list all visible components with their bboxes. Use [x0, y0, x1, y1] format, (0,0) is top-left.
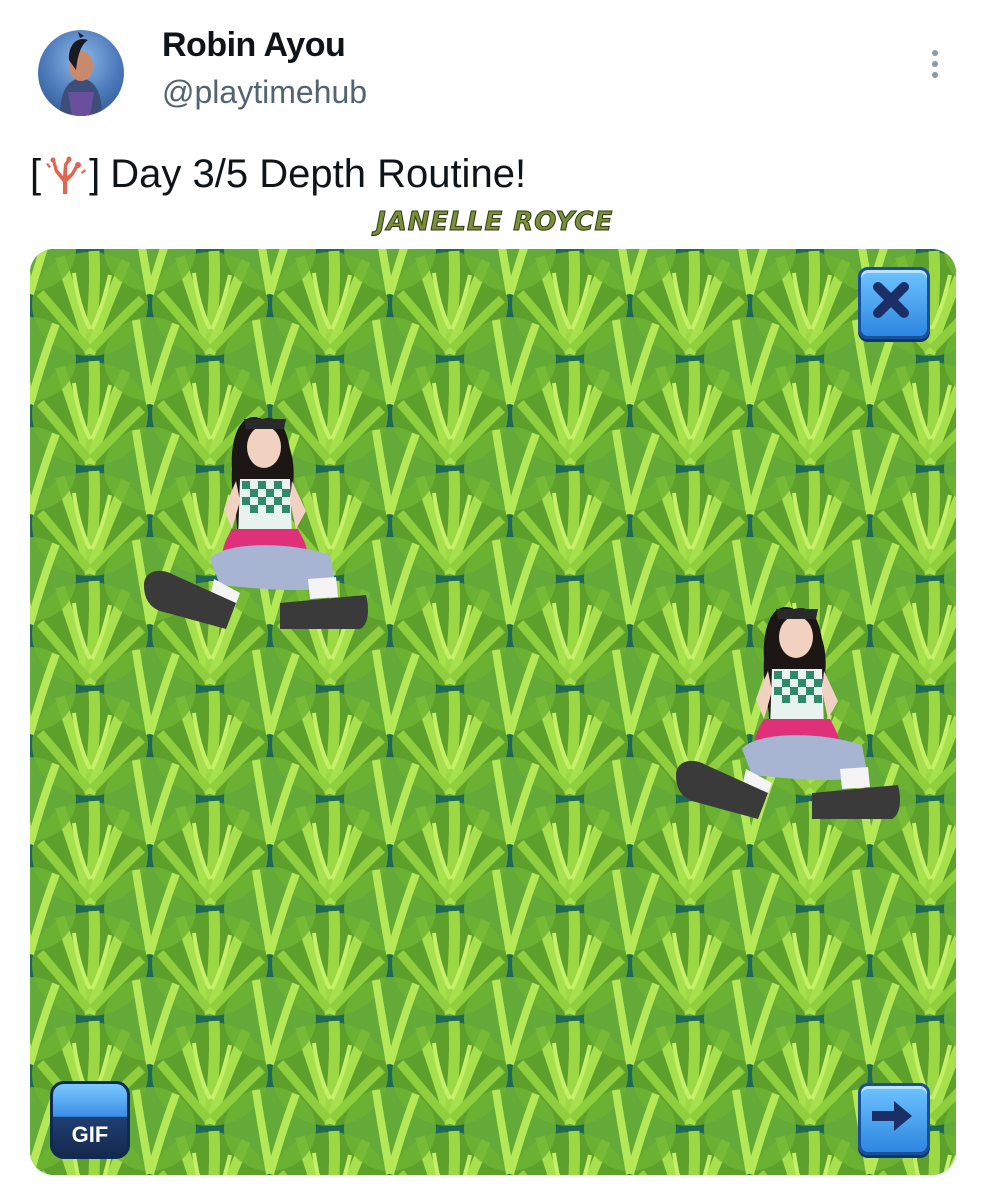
avatar[interactable]	[38, 30, 124, 116]
sitting-girl-figure	[144, 417, 368, 629]
author-name[interactable]: Robin Ayou	[162, 26, 346, 65]
sitting-girl-figure	[676, 607, 900, 819]
close-icon	[873, 282, 909, 318]
next-button[interactable]	[858, 1083, 930, 1155]
media-image[interactable]: GIF	[30, 249, 956, 1175]
gif-label: GIF	[71, 1122, 109, 1147]
arrow-right-icon	[872, 1101, 912, 1131]
watermark: JANELLE ROYCE	[375, 207, 614, 238]
more-dot	[932, 72, 938, 78]
tweet-body: Day 3/5 Depth Routine!	[110, 152, 527, 196]
coral-icon	[46, 156, 87, 194]
bracket-open: [	[30, 152, 42, 196]
more-options-button[interactable]	[920, 44, 950, 84]
bracket-close: ]	[89, 152, 101, 196]
author-handle[interactable]: @playtimehub	[162, 74, 367, 111]
close-button[interactable]	[858, 267, 930, 339]
gif-badge[interactable]: GIF	[50, 1081, 130, 1159]
more-dot	[932, 61, 938, 67]
tweet-text: [ ] Day 3/5 Depth Routine!	[30, 152, 526, 197]
more-dot	[932, 50, 938, 56]
